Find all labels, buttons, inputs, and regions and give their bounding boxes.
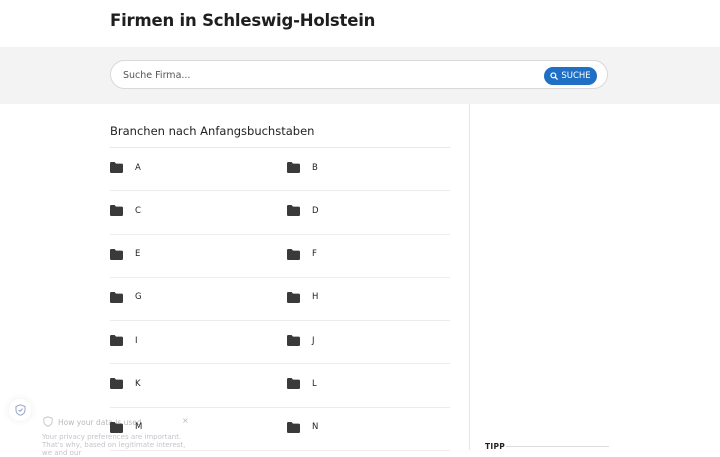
category-label: I — [135, 335, 138, 346]
category-label: C — [135, 205, 141, 216]
folder-icon — [287, 291, 300, 303]
folder-icon — [287, 421, 300, 433]
category-label: E — [135, 249, 141, 260]
category-link-d[interactable]: D — [287, 205, 319, 217]
category-label: L — [312, 378, 317, 389]
page-title[interactable]: Firmen in Schleswig-Holstein — [110, 11, 375, 30]
search-input[interactable] — [123, 67, 523, 83]
category-label: N — [312, 422, 319, 433]
section-title: Branchen nach Anfangsbuchstaben — [110, 124, 315, 138]
privacy-text: Your privacy preferences are important. … — [42, 433, 186, 457]
site-header: Firmen in Schleswig-Holstein — [0, 0, 720, 47]
category-grid: ABCDEFGHIJKLMN — [110, 148, 450, 452]
search-button-label: SUCHE — [561, 71, 591, 81]
category-link-h[interactable]: H — [287, 291, 319, 303]
category-link-b[interactable]: B — [287, 162, 318, 173]
category-link-n[interactable]: N — [287, 421, 319, 433]
category-link-l[interactable]: L — [287, 378, 317, 390]
category-row: GH — [110, 278, 450, 322]
shield-icon — [15, 404, 25, 416]
close-icon[interactable]: × — [182, 416, 189, 425]
search-button[interactable]: SUCHE — [544, 67, 597, 85]
folder-icon — [287, 248, 300, 260]
privacy-settings-button[interactable] — [9, 399, 31, 421]
category-link-c[interactable]: C — [110, 205, 141, 217]
category-link-k[interactable]: K — [110, 378, 141, 390]
privacy-popup: How your data is used × Your privacy pre… — [36, 411, 196, 457]
column-divider — [469, 104, 470, 450]
folder-icon — [110, 248, 123, 260]
privacy-heading: How your data is used — [58, 418, 142, 427]
folder-icon — [110, 335, 123, 347]
category-row: IJ — [110, 321, 450, 365]
category-row: AB — [110, 148, 450, 192]
category-link-f[interactable]: F — [287, 248, 317, 260]
category-label: G — [135, 292, 142, 303]
folder-icon — [110, 291, 123, 303]
category-label: D — [312, 205, 319, 216]
folder-icon — [287, 205, 300, 217]
category-row: CD — [110, 191, 450, 235]
category-label: J — [312, 335, 315, 346]
search-box — [110, 60, 608, 89]
folder-icon — [287, 162, 300, 173]
category-row: EF — [110, 235, 450, 278]
shield-icon — [43, 416, 53, 427]
folder-icon — [110, 378, 123, 390]
folder-icon — [287, 335, 300, 347]
category-row: KL — [110, 364, 450, 408]
category-label: A — [135, 162, 141, 173]
category-label: B — [312, 162, 318, 173]
category-link-j[interactable]: J — [287, 335, 315, 347]
tipp-divider — [506, 446, 609, 447]
category-link-g[interactable]: G — [110, 291, 142, 303]
category-label: F — [312, 249, 317, 260]
category-link-i[interactable]: I — [110, 335, 138, 347]
category-link-e[interactable]: E — [110, 248, 141, 260]
search-icon — [550, 72, 559, 80]
category-link-a[interactable]: A — [110, 162, 141, 173]
folder-icon — [287, 378, 300, 390]
category-label: K — [135, 378, 141, 389]
category-label: H — [312, 292, 319, 303]
folder-icon — [110, 162, 123, 173]
folder-icon — [110, 205, 123, 217]
